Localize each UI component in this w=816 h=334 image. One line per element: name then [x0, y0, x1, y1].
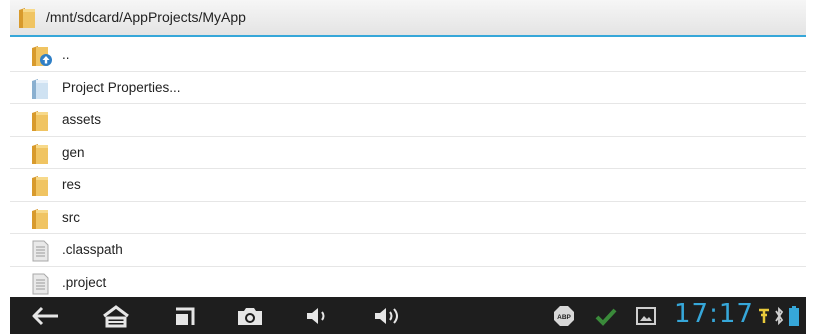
folder-icon — [17, 7, 37, 34]
camera-icon — [238, 307, 262, 325]
current-path: /mnt/sdcard/AppProjects/MyApp — [46, 9, 246, 25]
volume-down-icon — [307, 307, 325, 324]
volume-up-button[interactable] — [368, 297, 408, 334]
folder-icon — [30, 110, 50, 137]
list-item-assets[interactable]: assets — [10, 104, 806, 137]
list-item-classpath[interactable]: .classpath — [10, 234, 806, 267]
folder-icon — [30, 175, 50, 202]
back-icon — [32, 306, 58, 325]
list-item-label: assets — [62, 112, 102, 127]
battery-icon — [788, 297, 800, 334]
checkmark-icon — [595, 297, 617, 334]
list-item-label: gen — [62, 144, 85, 160]
home-button[interactable] — [96, 297, 136, 334]
home-icon — [103, 304, 129, 327]
list-item-label: src — [62, 209, 80, 225]
recent-apps-button[interactable] — [166, 297, 206, 334]
list-item-label: res — [62, 177, 81, 192]
list-item-gen[interactable]: gen — [10, 137, 806, 170]
folder-up-icon — [30, 45, 54, 72]
screenshot-button[interactable] — [230, 297, 270, 334]
folder-icon — [30, 208, 50, 235]
list-item-label: .project — [62, 274, 107, 290]
list-item-project-properties[interactable]: Project Properties... — [10, 72, 806, 105]
file-list: .. Project Properties... assets gen res … — [10, 39, 806, 299]
list-item-parent-dir[interactable]: .. — [10, 39, 806, 72]
list-item-res[interactable]: res — [10, 169, 806, 202]
project-properties-folder-icon — [30, 78, 50, 105]
volume-up-icon — [375, 307, 398, 324]
file-icon — [30, 240, 50, 267]
list-item-label: .classpath — [62, 242, 123, 257]
bluetooth-icon — [773, 297, 785, 334]
recent-apps-icon — [176, 307, 195, 325]
file-icon — [30, 273, 50, 300]
list-item-label: .. — [62, 47, 70, 62]
list-item-src[interactable]: src — [10, 202, 806, 235]
volume-down-button[interactable] — [298, 297, 338, 334]
folder-icon — [30, 143, 50, 170]
system-navigation-bar: ABP 17:17 — [10, 297, 806, 334]
file-browser: /mnt/sdcard/AppProjects/MyApp .. Project… — [10, 0, 806, 334]
back-button[interactable] — [26, 297, 66, 334]
list-item-project[interactable]: .project — [10, 267, 806, 300]
path-header: /mnt/sdcard/AppProjects/MyApp — [10, 0, 806, 37]
gallery-icon — [636, 297, 656, 334]
abp-text: ABP — [557, 314, 571, 321]
adblock-abp-icon: ABP — [553, 297, 575, 334]
status-time: 17:17 — [674, 299, 754, 329]
usb-icon — [757, 297, 771, 334]
list-item-label: Project Properties... — [62, 79, 181, 95]
